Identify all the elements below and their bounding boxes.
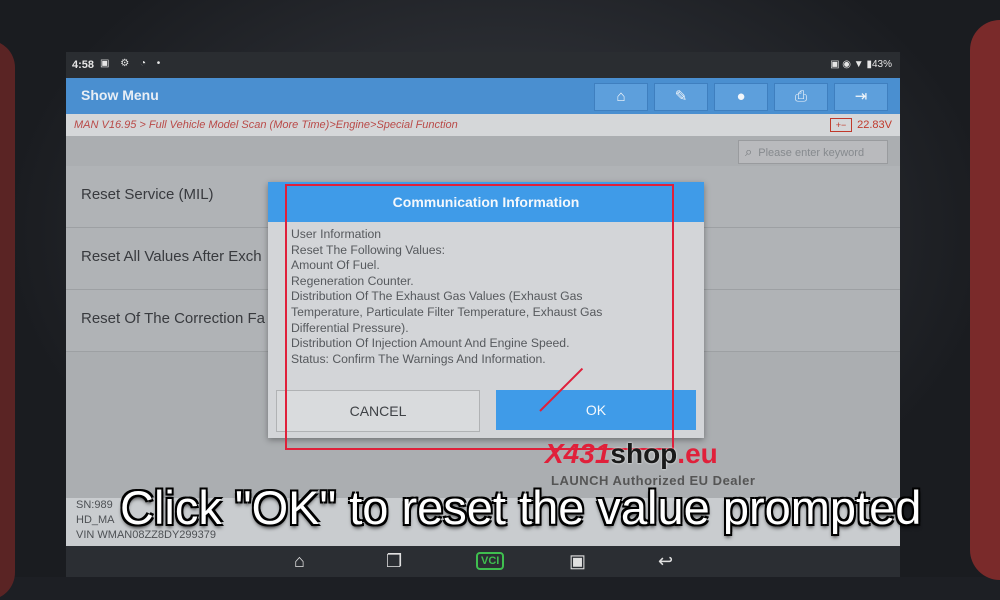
exit-icon: ⇥: [854, 88, 868, 105]
home-icon: ⌂: [616, 88, 626, 105]
title-bar: Show Menu ⌂ ✎ ● ⎙ ⇥: [66, 78, 900, 114]
exit-button[interactable]: ⇥: [834, 83, 888, 111]
device-case-right: [970, 20, 1000, 580]
system-status-icons: ▣ ◉ ▼ ▮43%: [830, 59, 892, 70]
page-title: Show Menu: [81, 87, 159, 103]
device-case-left: [0, 40, 15, 600]
logo-shop: shop: [610, 438, 678, 469]
logo-eu: .eu: [677, 438, 718, 469]
android-nav-bar: ⌂ ❐ VCI ▣ ↩: [66, 546, 900, 577]
chat-icon: ●: [736, 88, 746, 105]
home-button[interactable]: ⌂: [594, 83, 648, 111]
nav-recents-icon[interactable]: ❐: [386, 551, 402, 572]
breadcrumb: MAN V16.95 > Full Vehicle Model Scan (Mo…: [66, 114, 900, 137]
status-time: 4:58: [72, 59, 95, 71]
print-icon: ⎙: [794, 88, 807, 105]
vci-icon[interactable]: VCI: [476, 552, 505, 570]
nav-back-icon[interactable]: ↩: [658, 551, 673, 572]
battery-voltage: 22.83V: [857, 119, 892, 131]
logo-x431: X431: [545, 438, 611, 469]
chat-button[interactable]: ●: [714, 83, 768, 111]
watermark-logo: X431shop.eu: [545, 438, 718, 470]
video-caption: Click "OK" to reset the value prompted: [120, 481, 922, 534]
nav-screenshot-icon[interactable]: ▣: [569, 551, 586, 572]
print-button[interactable]: ⎙: [774, 83, 828, 111]
nav-home-icon[interactable]: ⌂: [294, 551, 305, 572]
edit-report-icon: ✎: [674, 88, 688, 105]
highlight-box: [285, 184, 674, 450]
edit-report-button[interactable]: ✎: [654, 83, 708, 111]
battery-icon: +−: [830, 118, 852, 132]
status-bar: 4:58 ▣ ⚙ ◔ • ▣ ◉ ▼ ▮43%: [66, 52, 900, 78]
breadcrumb-path: MAN V16.95 > Full Vehicle Model Scan (Mo…: [74, 119, 458, 131]
notification-icons: ▣ ⚙ ◔ •: [100, 58, 165, 69]
